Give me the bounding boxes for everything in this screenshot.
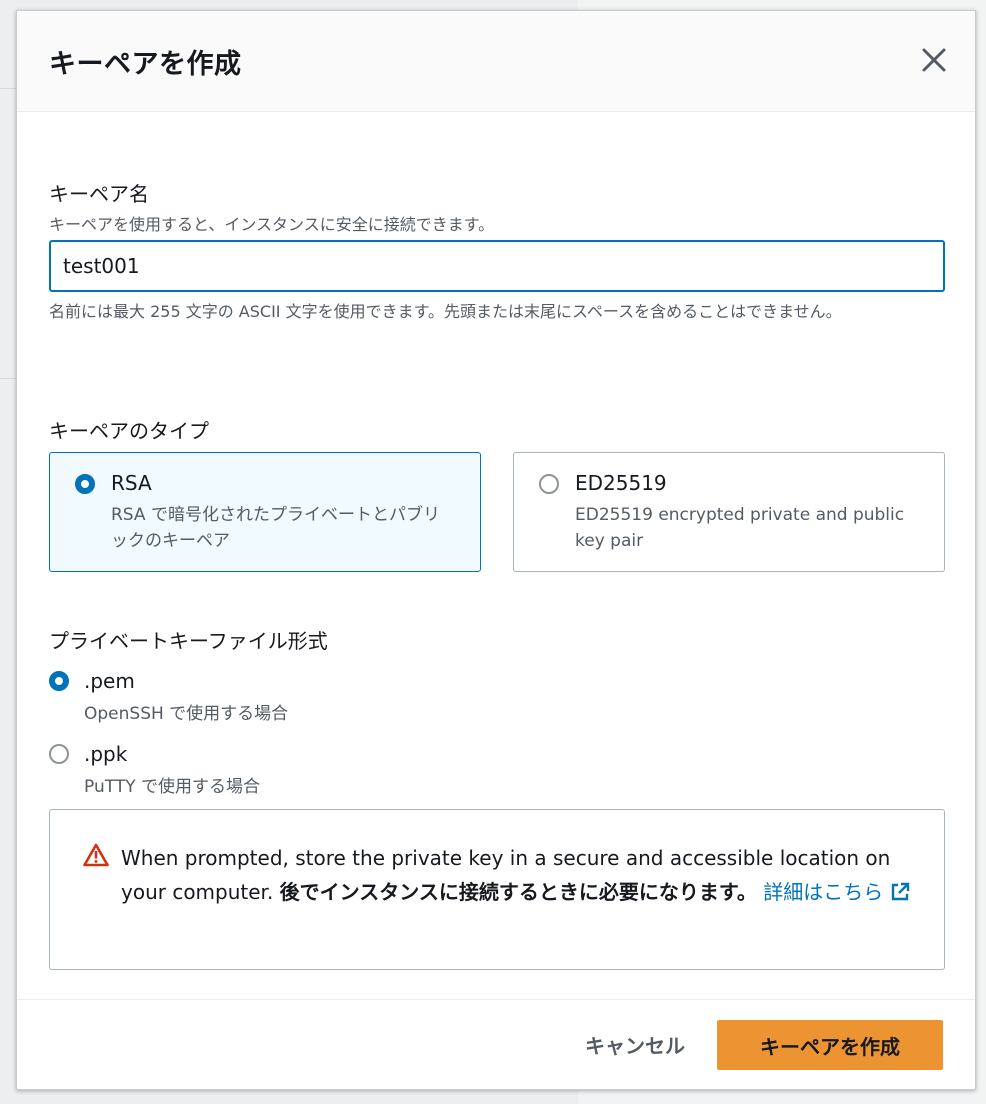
close-button[interactable]: [917, 43, 951, 77]
external-link-icon: [892, 882, 910, 901]
rsa-title: RSA: [111, 471, 152, 495]
key-name-constraint: 名前には最大 255 文字の ASCII 文字を使用できます。先頭または末尾にス…: [49, 302, 842, 321]
pem-radio[interactable]: [49, 671, 69, 691]
cancel-button[interactable]: キャンセル: [585, 1030, 685, 1059]
backdrop-divider: [0, 88, 16, 89]
key-name-input[interactable]: [49, 240, 945, 292]
key-type-ed25519-tile[interactable]: ED25519 ED25519 encrypted private and pu…: [513, 452, 945, 572]
ed25519-description: ED25519 encrypted private and public key…: [575, 505, 905, 551]
alert-bold-text: 後でインスタンスに接続するときに必要になります。: [279, 880, 757, 904]
rsa-description: RSA で暗号化されたプライベートとパブリックのキーペア: [111, 505, 440, 551]
pem-title[interactable]: .pem: [84, 669, 135, 693]
warning-icon: [83, 843, 109, 867]
pem-description: OpenSSH で使用する場合: [84, 704, 289, 724]
learn-more-link[interactable]: 詳細はこちら: [763, 880, 911, 904]
close-icon: [922, 48, 946, 72]
ppk-radio[interactable]: [49, 744, 69, 764]
modal-title: キーペアを作成: [49, 49, 242, 80]
learn-more-link-label: 詳細はこちら: [763, 880, 884, 904]
warning-alert: When prompted, store the private key in …: [49, 809, 945, 970]
key-name-label: キーペア名: [49, 182, 149, 206]
modal-footer: キャンセル キーペアを作成: [17, 999, 975, 1089]
key-name-description: キーペアを使用すると、インスタンスに安全に接続できます。: [49, 215, 495, 234]
modal-header: キーペアを作成: [17, 11, 975, 112]
ppk-description: PuTTY で使用する場合: [84, 777, 260, 797]
rsa-radio[interactable]: [75, 474, 95, 494]
file-format-label: プライベートキーファイル形式: [49, 629, 328, 653]
key-type-rsa-tile[interactable]: RSA RSA で暗号化されたプライベートとパブリックのキーペア: [49, 452, 481, 572]
ed25519-title: ED25519: [575, 471, 667, 495]
key-type-label: キーペアのタイプ: [49, 419, 209, 443]
create-key-pair-button[interactable]: キーペアを作成: [717, 1020, 943, 1070]
ed25519-radio[interactable]: [539, 474, 559, 494]
backdrop-divider: [0, 378, 16, 379]
alert-message: When prompted, store the private key in …: [121, 841, 921, 909]
ppk-title[interactable]: .ppk: [84, 742, 127, 766]
create-key-pair-modal: キーペアを作成 キーペア名 キーペアを使用すると、インスタンスに安全に接続できま…: [16, 10, 976, 1090]
